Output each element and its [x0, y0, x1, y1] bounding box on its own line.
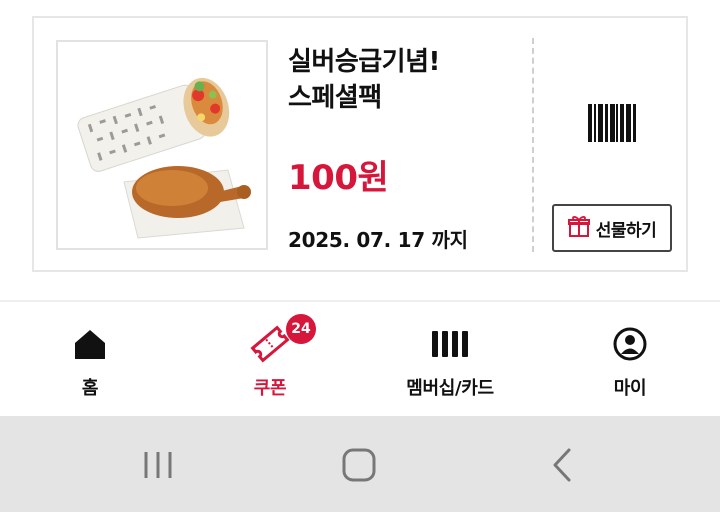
nav-label-coupon: 쿠폰: [253, 378, 287, 399]
coupon-product-image: [56, 40, 268, 250]
barcode-icon: [430, 324, 470, 364]
nav-label-my: 마이: [613, 378, 647, 399]
gift-button-label: 선물하기: [595, 220, 657, 241]
barcode-icon[interactable]: [588, 104, 636, 142]
home-icon: [70, 324, 110, 364]
home-button-icon[interactable]: [329, 440, 389, 490]
nav-item-coupon[interactable]: 24 쿠폰: [180, 302, 360, 416]
coupon-ticket-icon: [250, 324, 290, 364]
coupon-divider: [532, 38, 534, 252]
coupon-title-line1: 실버승급기념!: [288, 47, 440, 77]
nav-item-home[interactable]: 홈: [0, 302, 180, 416]
back-icon[interactable]: [532, 440, 592, 490]
bottom-nav: 홈 24 쿠폰 멤버십/카드 마이: [0, 302, 720, 416]
coupon-title: 실버승급기념! 스페셜팩: [288, 44, 518, 116]
content-area: 실버승급기념! 스페셜팩 100원 2025. 07. 17 까지 선물하기: [0, 0, 720, 300]
profile-icon: [610, 324, 650, 364]
system-navigation-bar: [0, 416, 720, 512]
coupon-price: 100원: [288, 158, 389, 198]
coupon-expiry-date: 2025. 07. 17 까지: [288, 228, 468, 252]
nav-item-membership[interactable]: 멤버십/카드: [360, 302, 540, 416]
nav-item-my[interactable]: 마이: [540, 302, 720, 416]
gift-button[interactable]: 선물하기: [552, 204, 672, 252]
recent-apps-icon[interactable]: [128, 440, 188, 490]
coupon-card[interactable]: 실버승급기념! 스페셜팩 100원 2025. 07. 17 까지 선물하기: [32, 16, 688, 272]
gift-icon: [567, 214, 590, 242]
coupon-title-line2: 스페셜팩: [288, 83, 382, 113]
nav-label-home: 홈: [81, 378, 99, 399]
coupon-count-badge: 24: [286, 314, 316, 344]
nav-label-membership: 멤버십/카드: [406, 378, 494, 399]
